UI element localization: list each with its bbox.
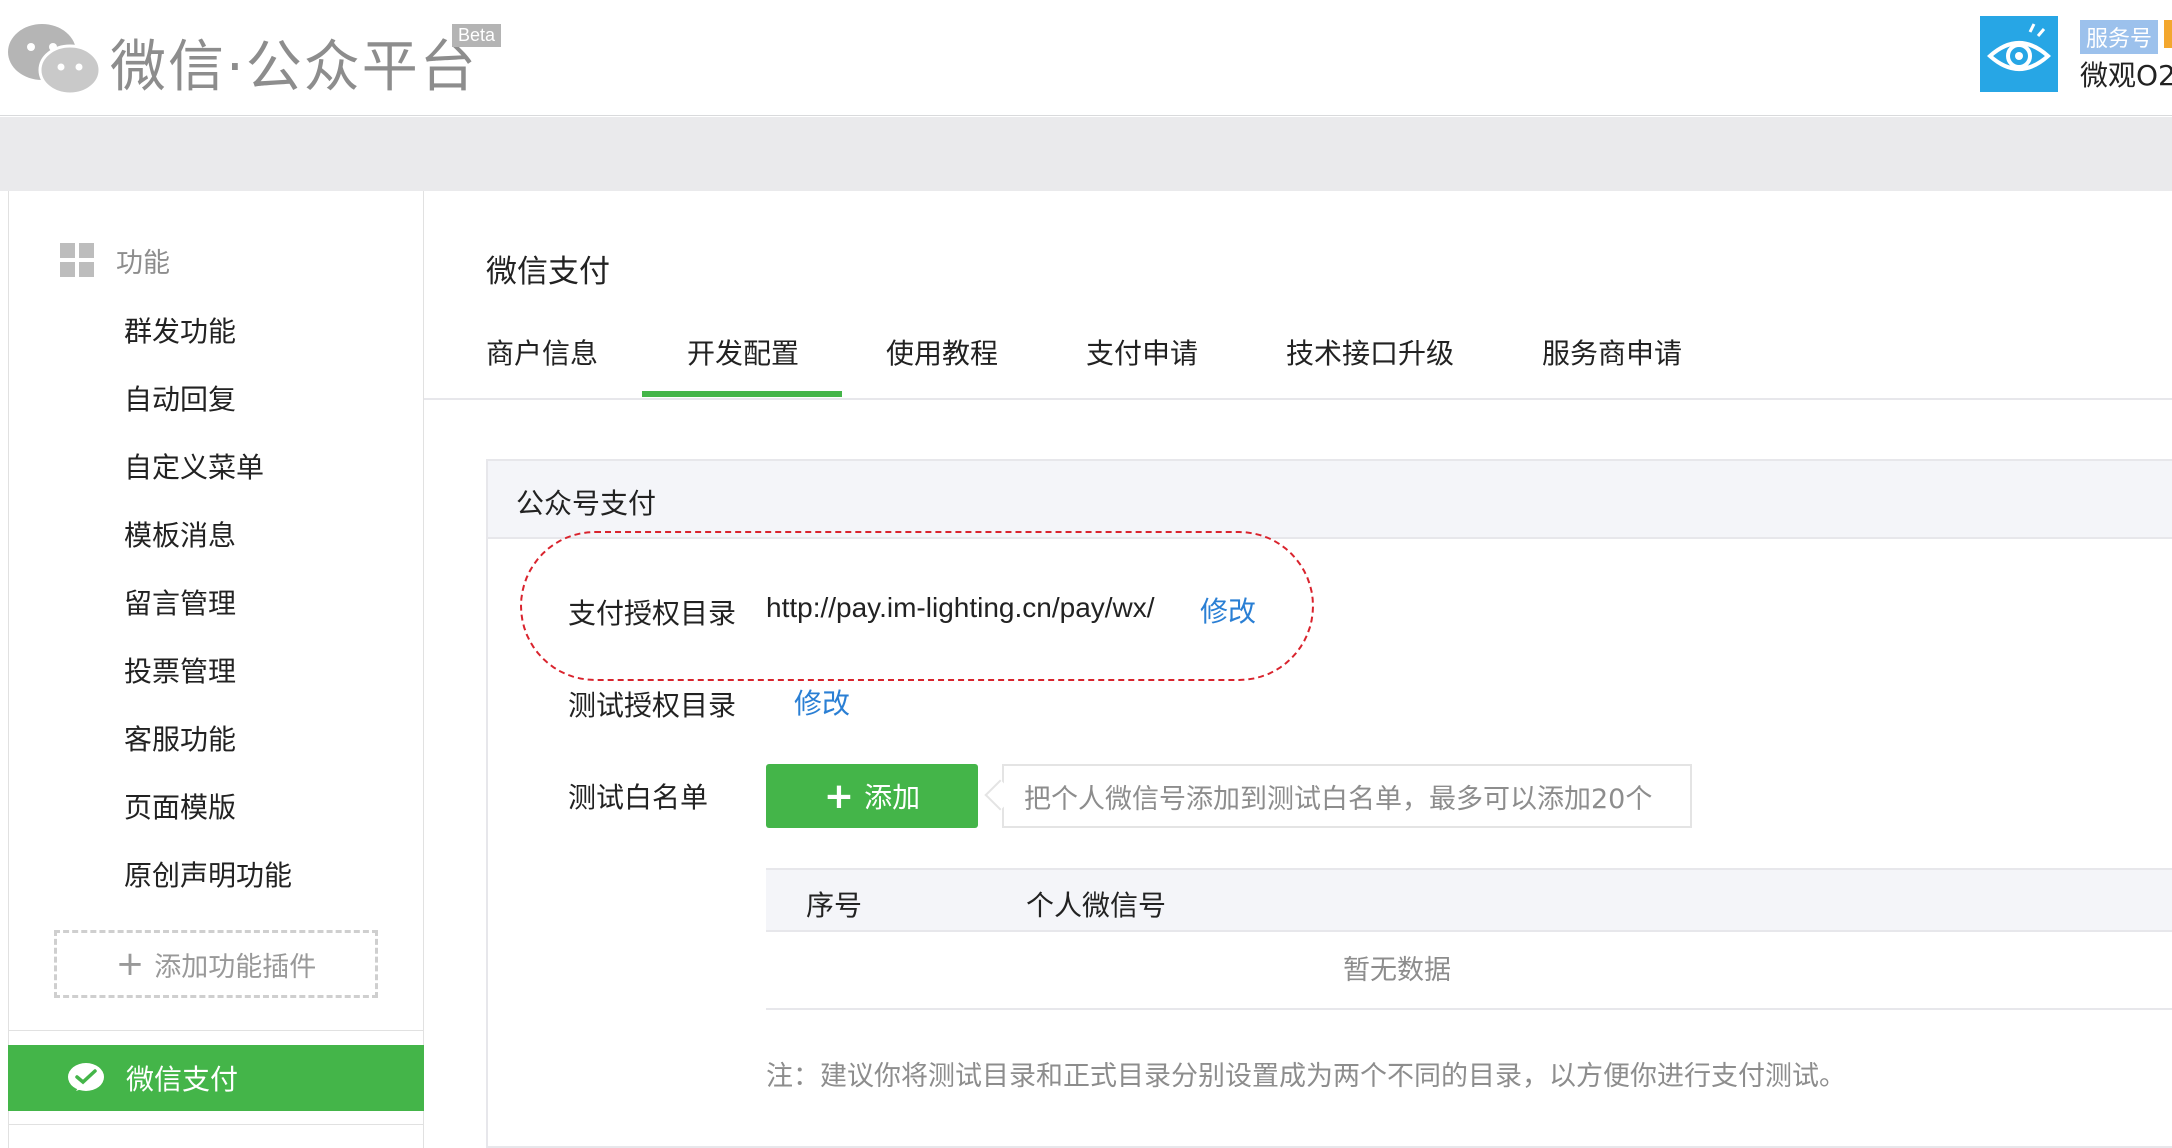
tab-bar: 商户信息 开发配置 使用教程 支付申请 技术接口升级 服务商申请 bbox=[424, 320, 2172, 400]
add-button-label: 添加 bbox=[864, 781, 921, 814]
whitelist-label: 测试白名单 bbox=[568, 781, 709, 814]
table-empty-state: 暂无数据 bbox=[1343, 955, 1451, 986]
column-header-index: 序号 bbox=[806, 889, 863, 922]
panel-title: 公众号支付 bbox=[516, 487, 657, 520]
plus-icon: + bbox=[823, 775, 855, 817]
config-note: 注：建议你将测试目录和正式目录分别设置成为两个不同的目录，以方便你进行支付测试。 bbox=[766, 1061, 1846, 1092]
add-plugin-label: 添加功能插件 bbox=[154, 951, 317, 983]
sidebar-list: 群发功能 自动回复 自定义菜单 模板消息 留言管理 投票管理 客服功能 页面模版… bbox=[124, 312, 292, 924]
sidebar-item-original-declaration[interactable]: 原创声明功能 bbox=[124, 856, 292, 924]
whitelist-tip-text: 把个人微信号添加到测试白名单，最多可以添加20个 bbox=[1024, 783, 1653, 815]
tab-tutorial[interactable]: 使用教程 bbox=[886, 332, 998, 372]
sidebar-item-customer-service[interactable]: 客服功能 bbox=[124, 720, 292, 788]
tab-api-upgrade[interactable]: 技术接口升级 bbox=[1286, 332, 1454, 372]
account-name[interactable]: 微观O2 bbox=[2080, 54, 2172, 94]
sidebar-item-mass-send[interactable]: 群发功能 bbox=[124, 312, 292, 380]
eye-logo-icon bbox=[1987, 23, 2051, 71]
wechat-pay-icon bbox=[68, 1063, 104, 1091]
whitelist-tip: 把个人微信号添加到测试白名单，最多可以添加20个 bbox=[1002, 764, 1692, 828]
test-dir-label: 测试授权目录 bbox=[568, 689, 737, 722]
sidebar-divider bbox=[8, 1030, 424, 1031]
top-header: 微信·公众平台 Beta 服务号 微观O2 bbox=[0, 0, 2172, 116]
sidebar-item-custom-menu[interactable]: 自定义菜单 bbox=[124, 448, 292, 516]
wechat-logo-icon bbox=[8, 24, 102, 96]
platform-title: 微信·公众平台 bbox=[110, 35, 478, 100]
verified-badge bbox=[2164, 20, 2172, 48]
gray-band bbox=[0, 117, 2172, 191]
sidebar-item-comments[interactable]: 留言管理 bbox=[124, 584, 292, 652]
active-tab-indicator bbox=[642, 391, 842, 397]
column-header-wechat-id: 个人微信号 bbox=[1026, 889, 1167, 922]
account-avatar[interactable] bbox=[1980, 16, 2058, 92]
sidebar-item-auto-reply[interactable]: 自动回复 bbox=[124, 380, 292, 448]
table-divider bbox=[766, 1008, 2172, 1010]
pay-dir-label: 支付授权目录 bbox=[568, 597, 737, 630]
sidebar-section-header: 功能 bbox=[60, 240, 170, 280]
panel-header bbox=[486, 459, 2172, 539]
grid-icon bbox=[60, 243, 94, 277]
tab-pay-application[interactable]: 支付申请 bbox=[1086, 332, 1198, 372]
beta-badge: Beta bbox=[452, 24, 502, 47]
account-type-badge: 服务号 bbox=[2080, 20, 2159, 54]
sidebar-item-template-message[interactable]: 模板消息 bbox=[124, 516, 292, 584]
sidebar-section-label: 功能 bbox=[116, 247, 170, 279]
plus-icon: + bbox=[115, 944, 145, 984]
sidebar-divider bbox=[8, 1124, 424, 1125]
edit-test-dir-link[interactable]: 修改 bbox=[794, 682, 850, 722]
wechat-pay-label: 微信支付 bbox=[126, 1063, 239, 1096]
page: 微信·公众平台 Beta 服务号 微观O2 功能 群发功能 自动回复 自定义菜单… bbox=[0, 0, 2172, 1148]
pay-dir-value: http://pay.im-lighting.cn/pay/wx/ bbox=[766, 592, 1155, 623]
tab-provider-application[interactable]: 服务商申请 bbox=[1542, 332, 1682, 372]
add-plugin-button[interactable]: + 添加功能插件 bbox=[54, 930, 378, 998]
edit-pay-dir-link[interactable]: 修改 bbox=[1200, 590, 1256, 630]
add-whitelist-button[interactable]: + 添加 bbox=[766, 764, 978, 828]
sidebar-item-wechat-pay[interactable]: 微信支付 bbox=[8, 1045, 424, 1111]
sidebar-item-page-template[interactable]: 页面模版 bbox=[124, 788, 292, 856]
sidebar-item-votes[interactable]: 投票管理 bbox=[124, 652, 292, 720]
tab-merchant-info[interactable]: 商户信息 bbox=[486, 332, 598, 372]
tab-dev-config[interactable]: 开发配置 bbox=[687, 332, 799, 372]
page-title: 微信支付 bbox=[486, 254, 610, 290]
whitelist-table-header: 序号 个人微信号 bbox=[766, 868, 2172, 932]
